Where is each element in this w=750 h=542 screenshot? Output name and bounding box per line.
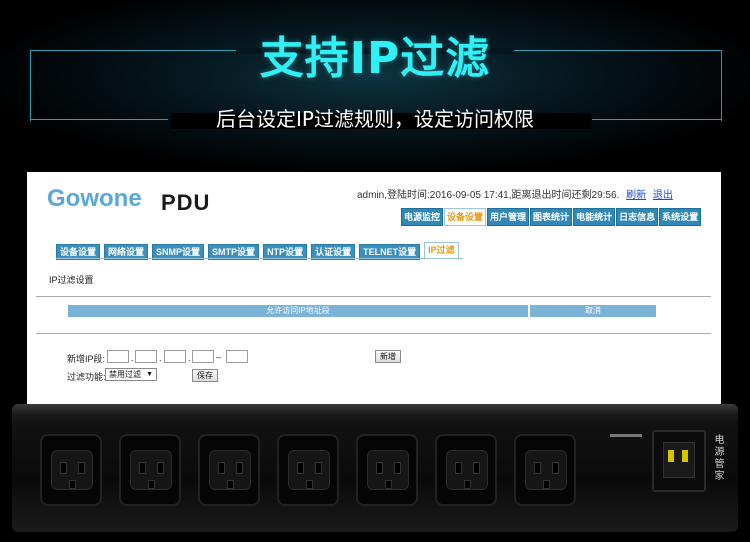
power-outlet-icon <box>40 434 102 506</box>
divider-bottom <box>36 333 711 334</box>
user-session-info: admin,登陆时间:2016-09-05 17:41,距离退出时间还剩29:5… <box>357 190 620 201</box>
filter-function-label: 过滤功能: <box>67 372 106 382</box>
banner-subtitle: 后台设定IP过滤规则，设定访问权限 <box>216 107 534 131</box>
ip-start-octet-1[interactable] <box>107 350 129 363</box>
pdu-side-label: 电源管家 <box>712 434 723 482</box>
ip-dot: . <box>188 353 191 363</box>
power-outlet-icon <box>277 434 339 506</box>
nav-system-settings[interactable]: 系统设置 <box>659 208 702 226</box>
ip-dot: . <box>159 353 162 363</box>
pdu-device-image: 电源管家 <box>12 404 738 532</box>
power-outlet-icon <box>198 434 260 506</box>
add-ip-range-button[interactable]: 新增 <box>375 350 401 363</box>
pdu-web-screenshot: Gowone PDU admin,登陆时间:2016-09-05 17:41,距… <box>27 172 721 404</box>
nav-energy-stats[interactable]: 电能统计 <box>573 208 616 226</box>
chevron-down-icon: ▼ <box>146 371 153 378</box>
section-title: IP过滤设置 <box>49 275 94 285</box>
divider-top <box>36 296 711 297</box>
power-inlet-icon <box>652 430 706 492</box>
logout-link[interactable]: 退出 <box>653 190 673 201</box>
nav-user-management[interactable]: 用户管理 <box>487 208 530 226</box>
banner-title: 支持IP过滤 <box>259 33 491 84</box>
ip-start-octet-3[interactable] <box>164 350 186 363</box>
power-outlet-icon <box>435 434 497 506</box>
refresh-link[interactable]: 刷新 <box>626 190 646 201</box>
power-outlet-icon <box>356 434 418 506</box>
switch-icon <box>610 434 642 437</box>
column-allowed-ip-range: 允许访问IP地址段 <box>68 305 528 317</box>
column-cancel: 取消 <box>530 305 656 317</box>
save-button[interactable]: 保存 <box>192 369 218 382</box>
ip-start-octet-2[interactable] <box>135 350 157 363</box>
ip-start-octet-4[interactable] <box>192 350 214 363</box>
nav-log-info[interactable]: 日志信息 <box>616 208 659 226</box>
ip-range-table-header: 允许访问IP地址段 取消 <box>68 305 656 317</box>
top-nav: 电源监控 设备设置 用户管理 图表统计 电能统计 日志信息 系统设置 <box>401 208 702 226</box>
power-outlet-icon <box>514 434 576 506</box>
filter-function-select[interactable]: 禁用过滤 ▼ <box>105 368 157 381</box>
product-name: PDU <box>161 190 211 215</box>
nav-power-monitor[interactable]: 电源监控 <box>401 208 444 226</box>
subtab-divider <box>56 258 463 259</box>
user-session-bar: admin,登陆时间:2016-09-05 17:41,距离退出时间还剩29:5… <box>357 186 673 201</box>
ip-dot: . <box>131 353 134 363</box>
nav-device-settings[interactable]: 设备设置 <box>444 208 487 226</box>
new-ip-range-label: 新增IP段: <box>67 354 106 364</box>
nav-chart-stats[interactable]: 图表统计 <box>530 208 573 226</box>
filter-select-value: 禁用过滤 <box>109 370 141 379</box>
ip-end-octet[interactable] <box>226 350 248 363</box>
gowone-logo: Gowone <box>47 185 142 212</box>
ip-range-dash: – <box>216 352 222 362</box>
power-outlet-icon <box>119 434 181 506</box>
